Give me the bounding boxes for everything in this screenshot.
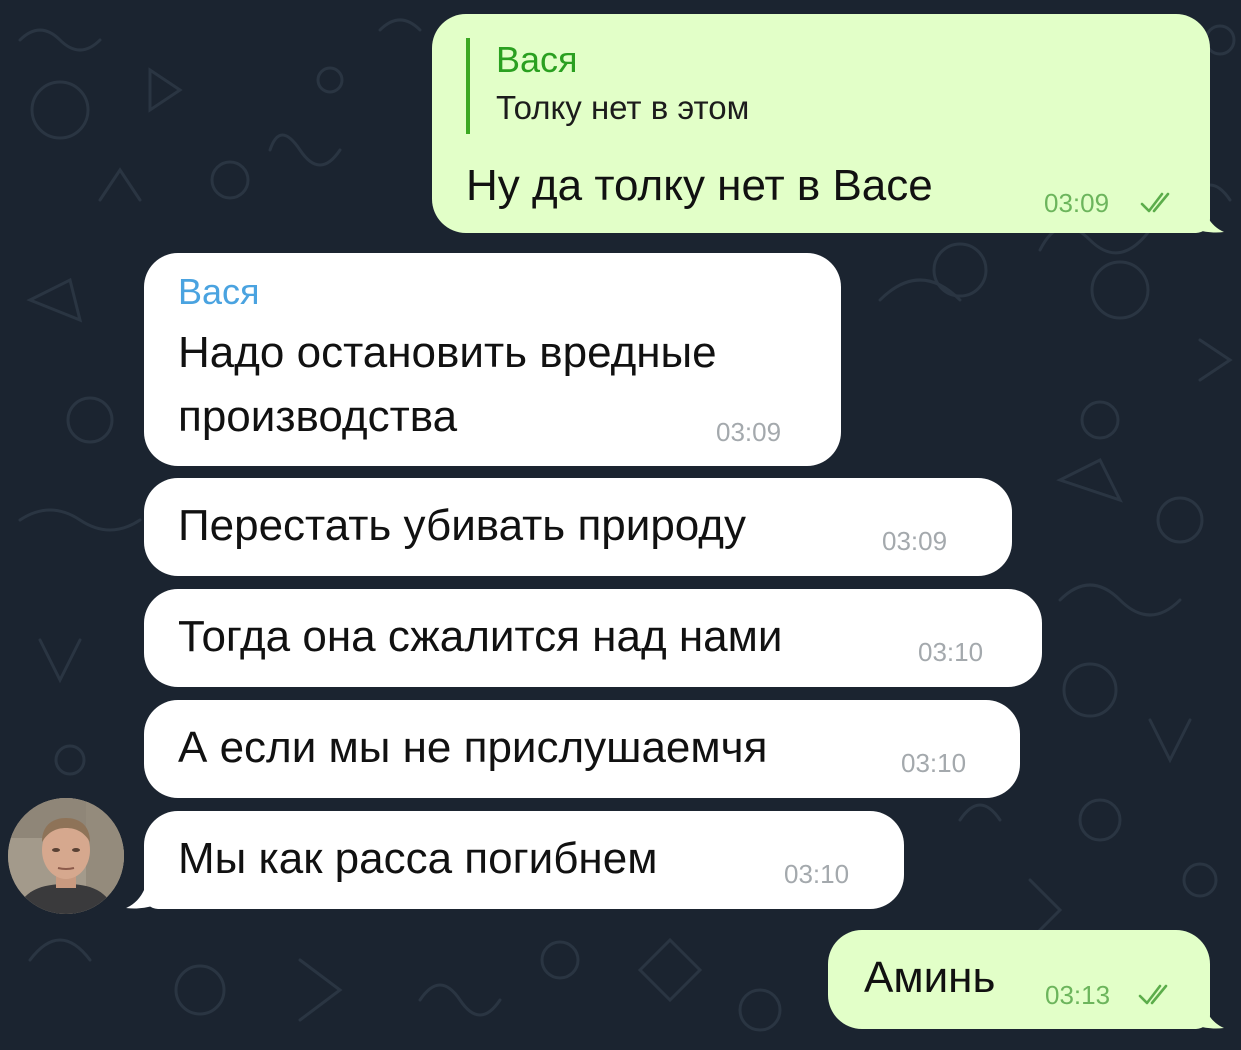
message-text-line-1: Надо остановить вредные [178,328,717,377]
message-bubble-outgoing[interactable]: Вася Толку нет в этом Ну да толку нет в … [432,14,1210,233]
message-time: 03:10 [901,748,967,778]
message-time: 03:13 [1045,980,1111,1010]
message-bubble-incoming[interactable]: Вася Надо остановить вредные производств… [144,253,841,466]
double-check-icon [1140,192,1170,213]
double-check-icon [1138,984,1168,1005]
message-text: Аминь [864,953,996,1002]
message-text: Ну да толку нет в Васе [466,161,933,210]
message-bubble-outgoing[interactable]: Аминь 03:13 [828,930,1210,1029]
message-bubble-incoming[interactable]: Перестать убивать природу 03:09 [144,478,1012,576]
reply-sender-name: Вася [496,39,578,80]
message-time: 03:10 [918,637,984,667]
sender-name: Вася [178,271,260,312]
message-text: Перестать убивать природу [178,501,746,550]
message-text: Тогда она сжалится над нами [178,612,783,661]
message-bubble-incoming[interactable]: Мы как расса погибнем 03:10 [144,811,904,909]
reply-text: Толку нет в этом [496,89,750,126]
message-text-line-2: производства [178,392,458,441]
message-time: 03:10 [784,859,850,889]
message-text: Мы как расса погибнем [178,834,658,883]
message-bubble-incoming[interactable]: А если мы не прислушаемчя 03:10 [144,700,1020,798]
message-bubble-incoming[interactable]: Тогда она сжалится над нами 03:10 [144,589,1042,687]
message-time: 03:09 [1044,188,1110,218]
sender-avatar[interactable] [8,798,124,914]
message-time: 03:09 [882,526,948,556]
message-text: А если мы не прислушаемчя [178,723,768,772]
avatar-photo [8,798,124,914]
reply-quote[interactable]: Вася Толку нет в этом [466,38,749,134]
message-time: 03:09 [716,417,782,447]
